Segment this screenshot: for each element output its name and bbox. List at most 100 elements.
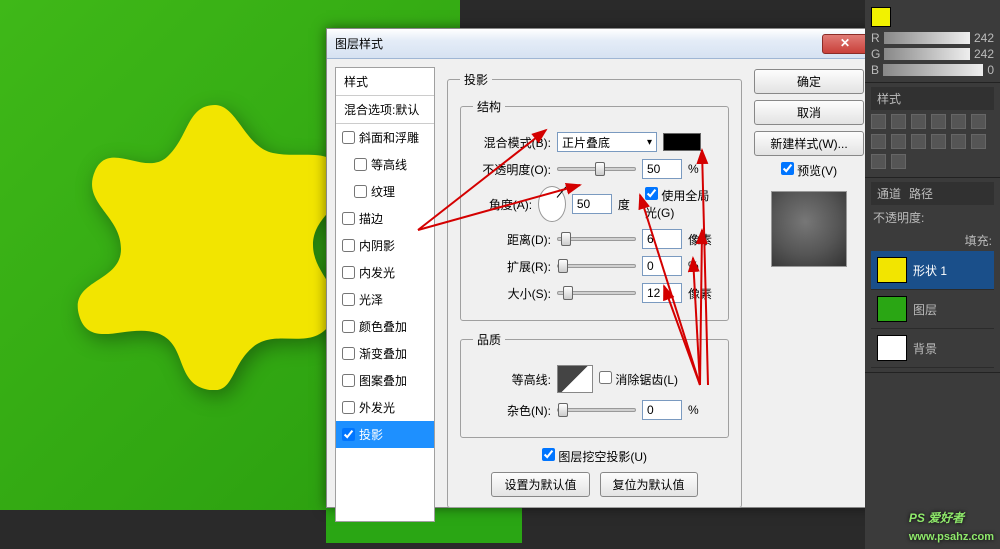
spread-input[interactable] xyxy=(642,256,682,276)
r-slider[interactable] xyxy=(884,32,970,44)
style-check[interactable] xyxy=(354,158,367,171)
angle-dial[interactable] xyxy=(538,186,566,222)
section-title: 投影 xyxy=(460,71,492,88)
opacity-input[interactable] xyxy=(642,159,682,179)
style-presets[interactable] xyxy=(871,110,994,173)
style-item-11[interactable]: 投影 xyxy=(336,421,434,448)
set-default-button[interactable]: 设置为默认值 xyxy=(491,472,589,497)
tab-styles[interactable]: 样式 xyxy=(877,90,901,107)
layer-thumb xyxy=(877,296,907,322)
style-check[interactable] xyxy=(342,266,355,279)
style-check[interactable] xyxy=(342,212,355,225)
reset-default-button[interactable]: 复位为默认值 xyxy=(600,472,698,497)
layer-style-dialog: 图层样式 ✕ 样式 混合选项:默认 斜面和浮雕等高线纹理描边内阴影内发光光泽颜色… xyxy=(326,28,873,508)
blend-mode-combo[interactable]: 正片叠底 xyxy=(557,132,657,152)
distance-slider[interactable] xyxy=(557,237,636,241)
style-label: 外发光 xyxy=(359,399,395,416)
contour-picker[interactable] xyxy=(557,365,593,393)
yellow-shape xyxy=(70,90,360,390)
layer-row-layer[interactable]: 图层 xyxy=(871,290,994,329)
style-check[interactable] xyxy=(342,374,355,387)
opacity-label: 不透明度(O): xyxy=(473,161,551,178)
style-item-7[interactable]: 颜色叠加 xyxy=(336,313,434,340)
style-check[interactable] xyxy=(342,239,355,252)
fg-color[interactable] xyxy=(871,7,891,27)
style-item-10[interactable]: 外发光 xyxy=(336,394,434,421)
style-label: 等高线 xyxy=(371,156,407,173)
close-button[interactable]: ✕ xyxy=(822,34,868,54)
style-check[interactable] xyxy=(342,347,355,360)
preview-swatch xyxy=(771,191,847,267)
contour-label: 等高线: xyxy=(473,371,551,388)
knockout-check[interactable]: 图层挖空投影(U) xyxy=(542,448,647,465)
opacity-slider[interactable] xyxy=(557,167,636,171)
new-style-button[interactable]: 新建样式(W)... xyxy=(754,131,864,156)
style-label: 内阴影 xyxy=(359,237,395,254)
unit-degree: 度 xyxy=(618,196,639,213)
shadow-color-swatch[interactable] xyxy=(663,133,701,151)
quality-group: 品质 等高线: 消除锯齿(L) 杂色(N): % xyxy=(460,331,729,438)
structure-legend: 结构 xyxy=(473,98,505,115)
layer-row-shape1[interactable]: 形状 1 xyxy=(871,251,994,290)
right-panels: R242 G242 B0 样式 通道路径 不透明度: 填充: 形状 1 图层 背… xyxy=(865,0,1000,549)
tab-paths[interactable]: 路径 xyxy=(909,185,933,202)
spread-slider[interactable] xyxy=(557,264,636,268)
dialog-title: 图层样式 xyxy=(335,35,822,52)
size-slider[interactable] xyxy=(557,291,636,295)
style-check[interactable] xyxy=(354,185,367,198)
settings-panel: 投影 结构 混合模式(B): 正片叠底 不透明度(O): % xyxy=(441,67,748,522)
noise-label: 杂色(N): xyxy=(473,402,551,419)
unit-px2: 像素 xyxy=(688,285,716,302)
noise-input[interactable] xyxy=(642,400,682,420)
style-list: 样式 混合选项:默认 斜面和浮雕等高线纹理描边内阴影内发光光泽颜色叠加渐变叠加图… xyxy=(335,67,435,522)
style-item-0[interactable]: 斜面和浮雕 xyxy=(336,124,434,151)
noise-slider[interactable] xyxy=(557,408,636,412)
style-item-9[interactable]: 图案叠加 xyxy=(336,367,434,394)
dialog-titlebar[interactable]: 图层样式 ✕ xyxy=(327,29,872,59)
angle-input[interactable] xyxy=(572,194,612,214)
style-check[interactable] xyxy=(342,293,355,306)
size-input[interactable] xyxy=(642,283,682,303)
distance-label: 距离(D): xyxy=(473,231,551,248)
antialias-check[interactable]: 消除锯齿(L) xyxy=(599,371,678,388)
cancel-button[interactable]: 取消 xyxy=(754,100,864,125)
b-slider[interactable] xyxy=(883,64,983,76)
unit-percent: % xyxy=(688,162,716,176)
style-item-4[interactable]: 内阴影 xyxy=(336,232,434,259)
style-check[interactable] xyxy=(342,428,355,441)
color-panel: R242 G242 B0 xyxy=(865,0,1000,83)
ok-button[interactable]: 确定 xyxy=(754,69,864,94)
style-label: 内发光 xyxy=(359,264,395,281)
style-item-5[interactable]: 内发光 xyxy=(336,259,434,286)
g-slider[interactable] xyxy=(884,48,970,60)
angle-label: 角度(A): xyxy=(473,196,532,213)
watermark: PS 爱好者www.psahz.com xyxy=(909,509,994,545)
blend-options-header[interactable]: 混合选项:默认 xyxy=(336,96,434,124)
swatches-panel: 样式 xyxy=(865,83,1000,178)
style-label: 斜面和浮雕 xyxy=(359,129,419,146)
style-check[interactable] xyxy=(342,131,355,144)
style-item-3[interactable]: 描边 xyxy=(336,205,434,232)
style-item-8[interactable]: 渐变叠加 xyxy=(336,340,434,367)
style-label: 颜色叠加 xyxy=(359,318,407,335)
quality-legend: 品质 xyxy=(473,331,505,348)
global-light-check[interactable]: 使用全局光(G) xyxy=(645,187,716,221)
tab-channels[interactable]: 通道 xyxy=(877,185,901,202)
unit-px: 像素 xyxy=(688,231,716,248)
style-item-1[interactable]: 等高线 xyxy=(336,151,434,178)
layer-thumb xyxy=(877,257,907,283)
size-label: 大小(S): xyxy=(473,285,551,302)
spread-label: 扩展(R): xyxy=(473,258,551,275)
style-label: 投影 xyxy=(359,426,383,443)
layer-row-bg[interactable]: 背景 xyxy=(871,329,994,368)
style-check[interactable] xyxy=(342,320,355,333)
style-item-2[interactable]: 纹理 xyxy=(336,178,434,205)
style-check[interactable] xyxy=(342,401,355,414)
preview-check[interactable]: 预览(V) xyxy=(754,162,864,179)
distance-input[interactable] xyxy=(642,229,682,249)
dialog-right-column: 确定 取消 新建样式(W)... 预览(V) xyxy=(754,67,864,522)
style-item-6[interactable]: 光泽 xyxy=(336,286,434,313)
styles-header[interactable]: 样式 xyxy=(336,68,434,96)
style-label: 渐变叠加 xyxy=(359,345,407,362)
style-label: 图案叠加 xyxy=(359,372,407,389)
